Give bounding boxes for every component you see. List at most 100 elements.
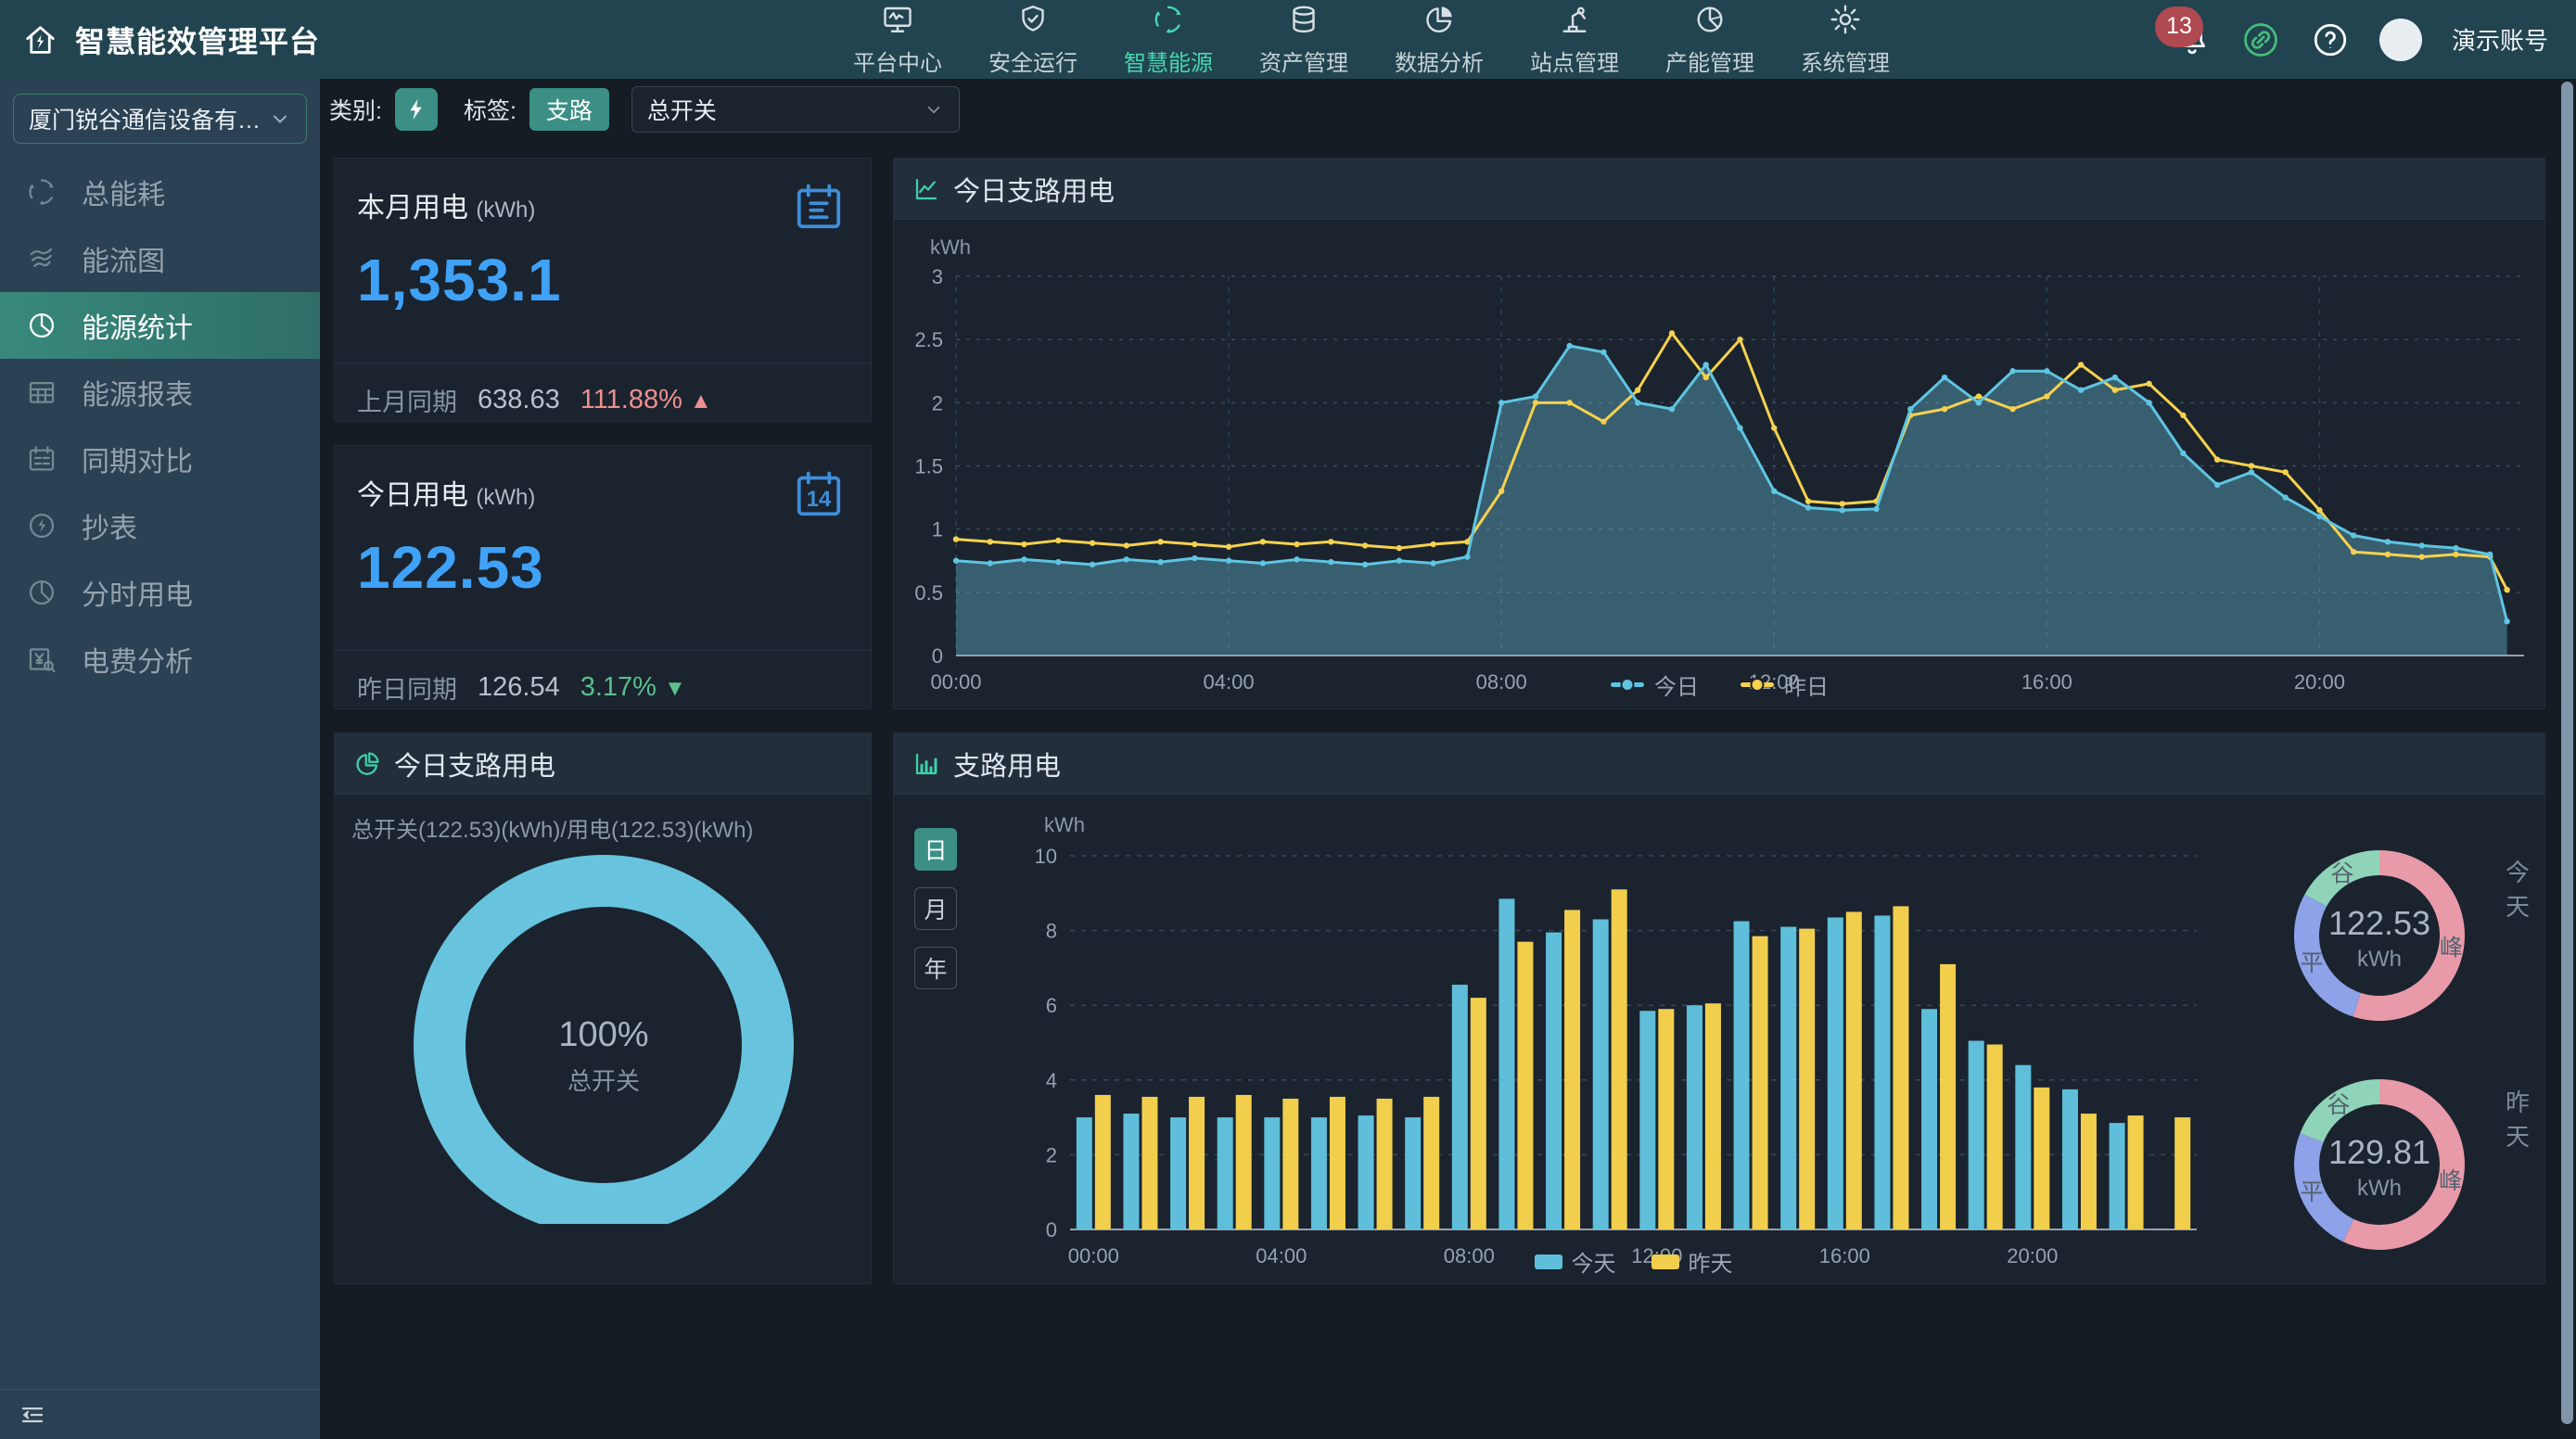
pie-chart-icon	[353, 750, 381, 778]
app-logo: 智慧能效管理平台	[0, 17, 320, 63]
topbar: 智慧能效管理平台 平台中心 安全运行智慧能源资产管理 数据分析站点管理产能管理系统管…	[0, 0, 2576, 79]
sidebar-item-label: 电费分析	[82, 639, 193, 680]
down-triangle-icon: ▼	[664, 676, 686, 701]
nav-item-capacity-mgmt[interactable]: 产能管理	[1642, 3, 1778, 77]
svg-text:8: 8	[1046, 920, 1057, 943]
month-pct: 111.88% ▲	[580, 385, 712, 415]
electricity-category-button[interactable]	[395, 88, 438, 131]
donut-card-title: 今日支路用电	[394, 745, 555, 783]
notification-badge: 13	[2155, 6, 2203, 47]
legend-label: 今天	[1572, 1245, 1616, 1278]
today-donut-label: 今天	[2506, 854, 2544, 923]
legend-item-今日[interactable]: 今日	[1610, 669, 1699, 701]
nav-item-label: 数据分析	[1395, 45, 1484, 77]
nav-item-label: 产能管理	[1665, 45, 1754, 77]
bolt-icon	[404, 97, 428, 121]
donut-card-body: 总开关(122.53)(kWh)/用电(122.53)(kWh) 100% 总开…	[335, 795, 871, 1283]
chain-link-icon	[2240, 19, 2281, 60]
svg-text:14: 14	[807, 487, 832, 512]
sidebar-menu: 总能耗能流图能源统计能源报表同期对比抄表分时用电电费分析	[0, 159, 320, 693]
table-icon	[26, 376, 57, 408]
sidebar-item-meter-reading[interactable]: 抄表	[0, 492, 320, 559]
company-select[interactable]: 厦门锐谷通信设备有限公司	[13, 94, 307, 144]
nav-item-site-mgmt[interactable]: 站点管理	[1507, 3, 1642, 77]
line-card-body: 00:0004:0008:0012:0016:0020:0000.511.522…	[894, 220, 2544, 708]
svg-text:6: 6	[1046, 994, 1057, 1017]
sidebar-item-energy-report[interactable]: 能源报表	[0, 359, 320, 426]
sidebar: 厦门锐谷通信设备有限公司 总能耗能流图能源统计能源报表同期对比抄表分时用电电费分…	[0, 79, 320, 1439]
main-donut-chart	[335, 795, 871, 1224]
sidebar-item-tou-power[interactable]: 分时用电	[0, 559, 320, 626]
app-title: 智慧能效管理平台	[75, 19, 320, 61]
sidebar-item-total-energy[interactable]: 总能耗	[0, 159, 320, 225]
svg-text:0: 0	[932, 644, 943, 668]
avatar[interactable]	[2379, 19, 2422, 61]
question-icon	[2311, 20, 2350, 59]
notifications-button[interactable]: 13	[2174, 21, 2211, 58]
sidebar-item-period-compare[interactable]: 同期对比	[0, 426, 320, 492]
legend-item-今天[interactable]: 今天	[1535, 1245, 1616, 1278]
sidebar-collapse-button[interactable]	[0, 1389, 320, 1439]
cost-icon	[26, 643, 57, 675]
line-card-title: 今日支路用电	[953, 170, 1115, 209]
legend-label: 昨天	[1689, 1245, 1733, 1278]
svg-text:谷: 谷	[2327, 1092, 2350, 1118]
svg-text:4: 4	[1046, 1069, 1057, 1092]
sidebar-item-label: 分时用电	[82, 572, 193, 613]
house-bolt-icon	[22, 17, 58, 63]
category-label: 类别:	[329, 93, 382, 126]
calendar-month-icon	[791, 179, 847, 235]
period-button-月[interactable]: 月	[914, 887, 957, 930]
nav-item-smart-energy[interactable]: 智慧能源	[1101, 3, 1236, 77]
chevron-down-icon	[924, 99, 944, 120]
nav-item-data-analysis[interactable]: 数据分析	[1371, 3, 1507, 77]
svg-text:0.5: 0.5	[914, 581, 943, 605]
legend-item-昨日[interactable]: 昨日	[1740, 669, 1829, 701]
nav-item-label: 平台中心	[853, 45, 942, 77]
app-root: 智慧能效管理平台 平台中心 安全运行智慧能源资产管理 数据分析站点管理产能管理系统管…	[0, 0, 2576, 1439]
nav-item-system-mgmt[interactable]: 系统管理	[1778, 3, 1913, 77]
legend-label: 今日	[1654, 669, 1699, 701]
sidebar-item-label: 能流图	[82, 238, 165, 279]
pie-icon	[1422, 3, 1456, 36]
month-compare-row: 上月同期 638.63 111.88% ▲	[357, 377, 712, 423]
nav-item-platform-center[interactable]: 平台中心	[830, 3, 965, 77]
period-button-年[interactable]: 年	[914, 947, 957, 989]
gear-icon	[1829, 3, 1862, 36]
account-name[interactable]: 演示账号	[2452, 22, 2548, 57]
legend-item-昨天[interactable]: 昨天	[1651, 1245, 1733, 1278]
sidebar-item-label: 同期对比	[82, 439, 193, 479]
svg-text:kWh: kWh	[930, 236, 971, 259]
svg-text:2: 2	[932, 391, 943, 414]
meter-bolt-icon	[26, 510, 57, 541]
sidebar-item-energy-flow[interactable]: 能流图	[0, 225, 320, 292]
sidebar-item-energy-stats[interactable]: 能源统计	[0, 292, 320, 359]
bar-chart-legend: 今天 昨天	[1070, 1245, 2197, 1278]
svg-text:1: 1	[932, 518, 943, 541]
flow-icon	[26, 243, 57, 274]
day-card-title: 今日用电 (kWh)	[357, 472, 535, 513]
bar-card-body: 日月年 0246810kWh00:0004:0008:0012:0016:002…	[894, 795, 2544, 1283]
main-donut-center: 100% 总开关	[335, 1015, 873, 1097]
day-pct: 3.17% ▼	[580, 672, 686, 703]
sidebar-item-label: 能源统计	[82, 305, 193, 346]
calendar-compare-icon	[26, 443, 57, 475]
today-branch-donut-card: 今日支路用电 总开关(122.53)(kWh)/用电(122.53)(kWh) …	[334, 732, 872, 1284]
help-button[interactable]	[2311, 20, 2350, 59]
period-button-日[interactable]: 日	[914, 828, 957, 871]
nav-item-asset-mgmt[interactable]: 资产管理	[1236, 3, 1371, 77]
switch-select-value: 总开关	[647, 93, 717, 126]
vertical-scrollbar[interactable]	[2561, 82, 2573, 1424]
link-button[interactable]	[2240, 19, 2281, 60]
svg-text:2: 2	[1046, 1143, 1057, 1166]
sidebar-item-cost-analysis[interactable]: 电费分析	[0, 626, 320, 693]
svg-text:kWh: kWh	[1044, 813, 1085, 836]
branch-tag-button[interactable]: 支路	[529, 88, 609, 131]
line-chart: 00:0004:0008:0012:0016:0020:0000.511.522…	[894, 220, 2544, 710]
nav-item-label: 资产管理	[1259, 45, 1348, 77]
nav-item-safe-operation[interactable]: 安全运行	[965, 3, 1101, 77]
month-card-title: 本月用电 (kWh)	[357, 185, 535, 225]
filter-bar: 类别: 标签: 支路 总开关	[329, 79, 960, 140]
nav-item-label: 安全运行	[988, 45, 1078, 77]
switch-select[interactable]: 总开关	[631, 86, 960, 133]
